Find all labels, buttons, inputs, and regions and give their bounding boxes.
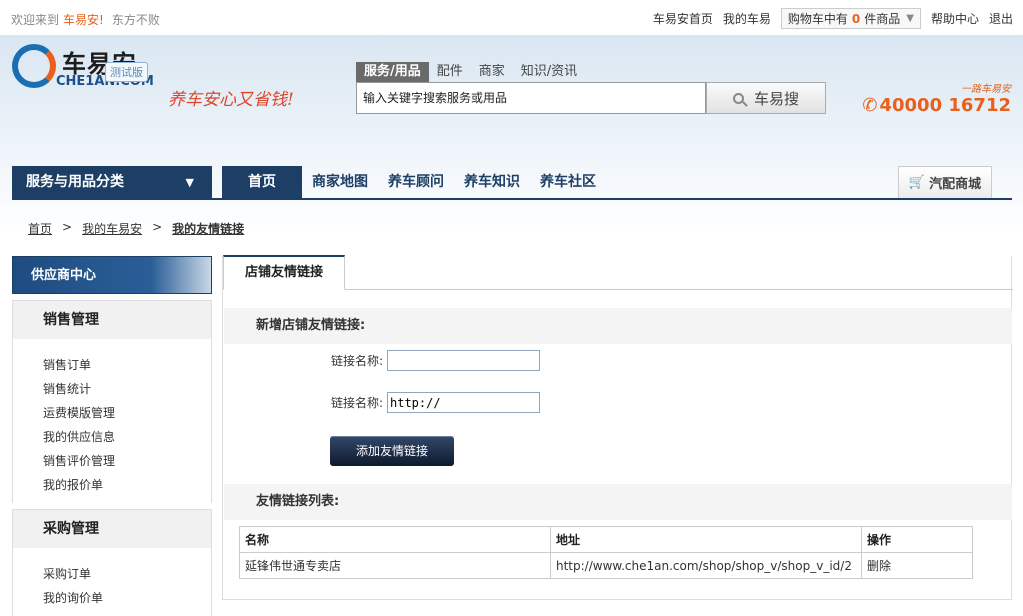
- content-tabs: 店铺友情链接: [223, 255, 1013, 290]
- welcome-text: 欢迎来到 车易安! 东方不败: [11, 11, 160, 28]
- sidebar-title: 供应商中心: [12, 256, 212, 294]
- sidebar-item-quotes[interactable]: 我的报价单: [43, 473, 211, 497]
- user-name: 东方不败: [111, 13, 160, 27]
- sidebar-item-sales-orders[interactable]: 销售订单: [43, 353, 211, 377]
- nav-divider: [12, 198, 1012, 200]
- sidebar-item-purchase-orders[interactable]: 采购订单: [43, 562, 211, 586]
- caret-down-icon: ▼: [185, 176, 194, 189]
- add-link-button[interactable]: 添加友情链接: [330, 436, 454, 466]
- sidebar-item-reviews[interactable]: 销售评价管理: [43, 449, 211, 473]
- add-link-section-title: 新增店铺友情链接:: [224, 308, 1012, 344]
- top-bar: 欢迎来到 车易安! 东方不败 车易安首页 我的车易 购物车中有 0 件商品 ▼ 帮助…: [0, 0, 1023, 36]
- table-header-row: 名称 地址 操作: [239, 526, 973, 553]
- parts-mall-label: 汽配商城: [929, 177, 982, 192]
- link-url-label: 链接名称:: [330, 396, 383, 410]
- link-url-input[interactable]: [387, 392, 540, 413]
- search-button[interactable]: 车易搜: [706, 82, 826, 114]
- cart-summary[interactable]: 购物车中有 0 件商品 ▼: [780, 8, 921, 29]
- sidebar-item-inquiries[interactable]: 我的询价单: [43, 586, 211, 610]
- search-input[interactable]: 输入关键字搜索服务或用品: [356, 82, 706, 114]
- link-name-input[interactable]: [387, 350, 540, 371]
- hotline: 一路车易安 ✆ 40000 16712: [862, 80, 1011, 116]
- breadcrumb-current: 我的友情链接: [172, 222, 245, 236]
- link-list-section-title: 友情链接列表:: [224, 484, 1012, 520]
- help-link[interactable]: 帮助中心: [931, 10, 979, 27]
- parts-mall-button[interactable]: 🛒 汽配商城: [898, 166, 992, 198]
- search-tab-knowledge[interactable]: 知识/资讯: [513, 62, 585, 82]
- breadcrumb-home[interactable]: 首页: [28, 220, 52, 237]
- cart-prefix: 购物车中有: [787, 12, 848, 26]
- sidebar-group-purchasing: 采购管理 采购订单 我的询价单: [12, 509, 212, 616]
- main-content: 店铺友情链接 新增店铺友情链接: 链接名称: 链接名称: 添加友情链接 友情链接…: [222, 255, 1013, 600]
- home-link[interactable]: 车易安首页: [653, 10, 713, 27]
- breadcrumb: 首页 > 我的车易安 > 我的友情链接: [28, 220, 244, 237]
- delete-link[interactable]: 删除: [861, 552, 973, 579]
- category-menu-label: 服务与用品分类: [26, 174, 124, 190]
- search-tab-parts[interactable]: 配件: [429, 62, 471, 82]
- sidebar-item-supply-info[interactable]: 我的供应信息: [43, 425, 211, 449]
- welcome-label: 欢迎来到: [11, 13, 60, 27]
- breadcrumb-separator: >: [152, 220, 163, 234]
- brand-link[interactable]: 车易安!: [63, 13, 104, 27]
- cart-count: 0: [851, 11, 861, 26]
- nav-item-advisor[interactable]: 养车顾问: [378, 166, 454, 199]
- category-menu[interactable]: 服务与用品分类 ▼: [12, 166, 212, 199]
- cart-suffix: 件商品: [864, 12, 901, 26]
- beta-badge: 测试版: [105, 62, 148, 82]
- logo-mark-icon: [12, 44, 56, 88]
- column-header-actions: 操作: [861, 526, 973, 553]
- nav-item-knowledge[interactable]: 养车知识: [454, 166, 530, 199]
- tab-shop-links[interactable]: 店铺友情链接: [223, 255, 345, 290]
- logout-link[interactable]: 退出: [989, 10, 1013, 27]
- search-area: 服务/用品 配件 商家 知识/资讯 输入关键字搜索服务或用品 车易搜: [356, 62, 826, 114]
- sidebar-item-shipping-templates[interactable]: 运费模版管理: [43, 401, 211, 425]
- my-account-link[interactable]: 我的车易: [723, 10, 771, 27]
- slogan: 养车安心又省钱!: [168, 90, 294, 110]
- sidebar-group-title: 销售管理: [13, 301, 211, 339]
- search-tab-services[interactable]: 服务/用品: [356, 62, 429, 82]
- search-icon: [732, 92, 744, 104]
- link-url-cell: http://www.che1an.com/shop/shop_v/shop_v…: [550, 552, 862, 579]
- column-header-url: 地址: [550, 526, 862, 553]
- sidebar: 供应商中心 销售管理 销售订单 销售统计 运费模版管理 我的供应信息 销售评价管…: [12, 256, 212, 616]
- nav-item-merchant-map[interactable]: 商家地图: [302, 166, 378, 199]
- links-table: 名称 地址 操作 延锋伟世通专卖店 http://www.che1an.com/…: [239, 526, 973, 579]
- breadcrumb-separator: >: [62, 220, 73, 234]
- column-header-name: 名称: [239, 526, 551, 553]
- breadcrumb-my-account[interactable]: 我的车易安: [82, 220, 142, 237]
- link-name-label: 链接名称:: [330, 354, 383, 368]
- link-name-cell: 延锋伟世通专卖店: [239, 552, 551, 579]
- cart-icon: 🛒: [908, 175, 926, 190]
- main-nav: 首页 商家地图 养车顾问 养车知识 养车社区: [222, 166, 606, 199]
- nav-item-home[interactable]: 首页: [222, 166, 302, 199]
- hotline-number: 40000 16712: [879, 95, 1011, 116]
- nav-item-community[interactable]: 养车社区: [530, 166, 606, 199]
- hotline-caption: 一路车易安: [961, 84, 1011, 95]
- chevron-down-icon: ▼: [906, 13, 914, 24]
- sidebar-group-sales: 销售管理 销售订单 销售统计 运费模版管理 我的供应信息 销售评价管理 我的报价…: [12, 300, 212, 503]
- table-row: 延锋伟世通专卖店 http://www.che1an.com/shop/shop…: [239, 552, 973, 579]
- sidebar-item-sales-stats[interactable]: 销售统计: [43, 377, 211, 401]
- phone-icon: ✆: [862, 95, 878, 116]
- search-button-label: 车易搜: [753, 89, 799, 108]
- search-tab-merchants[interactable]: 商家: [471, 62, 513, 82]
- sidebar-group-title: 采购管理: [13, 510, 211, 548]
